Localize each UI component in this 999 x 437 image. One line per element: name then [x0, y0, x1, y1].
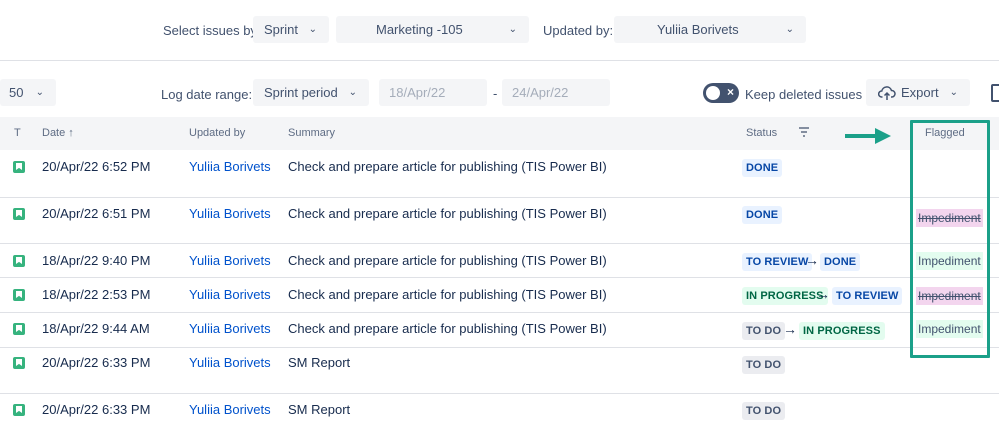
row-user-link[interactable]: Yuliia Borivets — [189, 253, 271, 268]
row-summary-link[interactable]: Check and prepare article for publishing… — [288, 321, 607, 336]
keep-deleted-label: Keep deleted issues — [745, 87, 863, 102]
sprint-value: Marketing -105 — [376, 22, 463, 37]
select-by-value: Sprint — [264, 22, 298, 37]
col-updated-by[interactable]: Updated by — [189, 127, 245, 139]
row-summary-link[interactable]: Check and prepare article for publishing… — [288, 287, 607, 302]
log-date-value: Sprint period — [264, 85, 338, 100]
row-user-link[interactable]: Yuliia Borivets — [189, 402, 271, 417]
arrow-right-icon: → — [805, 252, 819, 268]
select-by-dropdown[interactable]: Sprint ⌄ — [253, 16, 329, 43]
row-date: 20/Apr/22 6:51 PM — [42, 206, 151, 221]
col-type[interactable]: T — [14, 127, 21, 139]
status-lozenge-from: IN PROGRESS — [742, 287, 828, 305]
row-date: 18/Apr/22 2:53 PM — [42, 287, 151, 302]
row-divider — [0, 197, 999, 198]
row-user-link[interactable]: Yuliia Borivets — [189, 321, 271, 336]
story-icon — [13, 255, 25, 267]
updated-by-value: Yuliia Borivets — [657, 22, 739, 37]
col-summary[interactable]: Summary — [288, 127, 335, 139]
toggle-knob — [706, 86, 720, 100]
export-label: Export — [901, 85, 939, 100]
status-lozenge-to: DONE — [820, 253, 861, 271]
status-lozenge: DONE — [742, 206, 783, 224]
chevron-down-icon: ⌄ — [35, 87, 44, 98]
date-to-value: 24/Apr/22 — [512, 85, 569, 100]
status-lozenge: DONE — [742, 159, 783, 177]
story-icon — [13, 289, 25, 301]
story-icon — [13, 357, 25, 369]
log-date-dropdown[interactable]: Sprint period ⌄ — [253, 79, 369, 106]
status-lozenge: TO DO — [742, 356, 786, 374]
updated-by-dropdown[interactable]: Yuliia Borivets ⌄ — [614, 16, 806, 43]
keep-deleted-toggle[interactable]: × — [703, 83, 739, 103]
row-user-link[interactable]: Yuliia Borivets — [189, 355, 271, 370]
story-icon — [13, 161, 25, 173]
chevron-down-icon: ⌄ — [308, 24, 317, 35]
arrow-right-icon: → — [783, 321, 797, 337]
row-divider — [0, 277, 999, 278]
row-summary-link[interactable]: Check and prepare article for publishing… — [288, 159, 607, 174]
col-date[interactable]: Date ↑ — [42, 127, 74, 139]
story-icon — [13, 208, 25, 220]
status-lozenge-from: TO REVIEW — [742, 253, 813, 271]
row-summary-link[interactable]: SM Report — [288, 355, 350, 370]
select-issues-label: Select issues by: — [163, 23, 261, 38]
row-date: 18/Apr/22 9:44 AM — [42, 321, 150, 336]
row-user-link[interactable]: Yuliia Borivets — [189, 287, 271, 302]
row-date: 20/Apr/22 6:33 PM — [42, 355, 151, 370]
status-lozenge-from: TO DO — [742, 322, 786, 340]
date-from-input[interactable]: 18/Apr/22 — [379, 79, 487, 106]
row-user-link[interactable]: Yuliia Borivets — [189, 206, 271, 221]
page-size-value: 50 — [9, 85, 24, 100]
date-to-input[interactable]: 24/Apr/22 — [502, 79, 610, 106]
col-status[interactable]: Status — [746, 127, 777, 139]
columns-icon[interactable] — [991, 84, 999, 102]
close-icon: × — [726, 85, 734, 99]
status-lozenge-to: IN PROGRESS — [799, 322, 885, 340]
status-lozenge: TO DO — [742, 402, 786, 420]
annotation-highlight-box — [910, 120, 990, 358]
row-summary-link[interactable]: SM Report — [288, 402, 350, 417]
arrow-right-icon: → — [816, 286, 830, 302]
updated-by-label: Updated by: — [543, 23, 614, 38]
row-divider — [0, 393, 999, 394]
cloud-upload-icon — [878, 86, 896, 100]
row-divider — [0, 312, 999, 313]
story-icon — [13, 323, 25, 335]
story-icon — [13, 404, 25, 416]
row-summary-link[interactable]: Check and prepare article for publishing… — [288, 206, 607, 221]
chevron-down-icon: ⌄ — [785, 24, 794, 35]
row-user-link[interactable]: Yuliia Borivets — [189, 159, 271, 174]
row-divider — [0, 243, 999, 244]
row-date: 18/Apr/22 9:40 PM — [42, 253, 151, 268]
export-button[interactable]: Export ⌄ — [866, 79, 970, 106]
filter-icon[interactable] — [798, 127, 810, 137]
row-date: 20/Apr/22 6:33 PM — [42, 402, 151, 417]
row-summary-link[interactable]: Check and prepare article for publishing… — [288, 253, 607, 268]
chevron-down-icon: ⌄ — [348, 87, 357, 98]
log-date-label: Log date range: — [161, 87, 253, 102]
status-lozenge-to: TO REVIEW — [832, 287, 903, 305]
divider — [0, 60, 999, 61]
annotation-arrow-icon — [845, 128, 891, 144]
row-date: 20/Apr/22 6:52 PM — [42, 159, 151, 174]
chevron-down-icon: ⌄ — [508, 24, 517, 35]
chevron-down-icon: ⌄ — [949, 87, 958, 98]
sprint-dropdown[interactable]: Marketing -105 ⌄ — [336, 16, 529, 43]
date-from-value: 18/Apr/22 — [389, 85, 446, 100]
date-separator: - — [493, 86, 498, 101]
page-size-dropdown[interactable]: 50 ⌄ — [0, 79, 56, 106]
row-divider — [0, 347, 999, 348]
